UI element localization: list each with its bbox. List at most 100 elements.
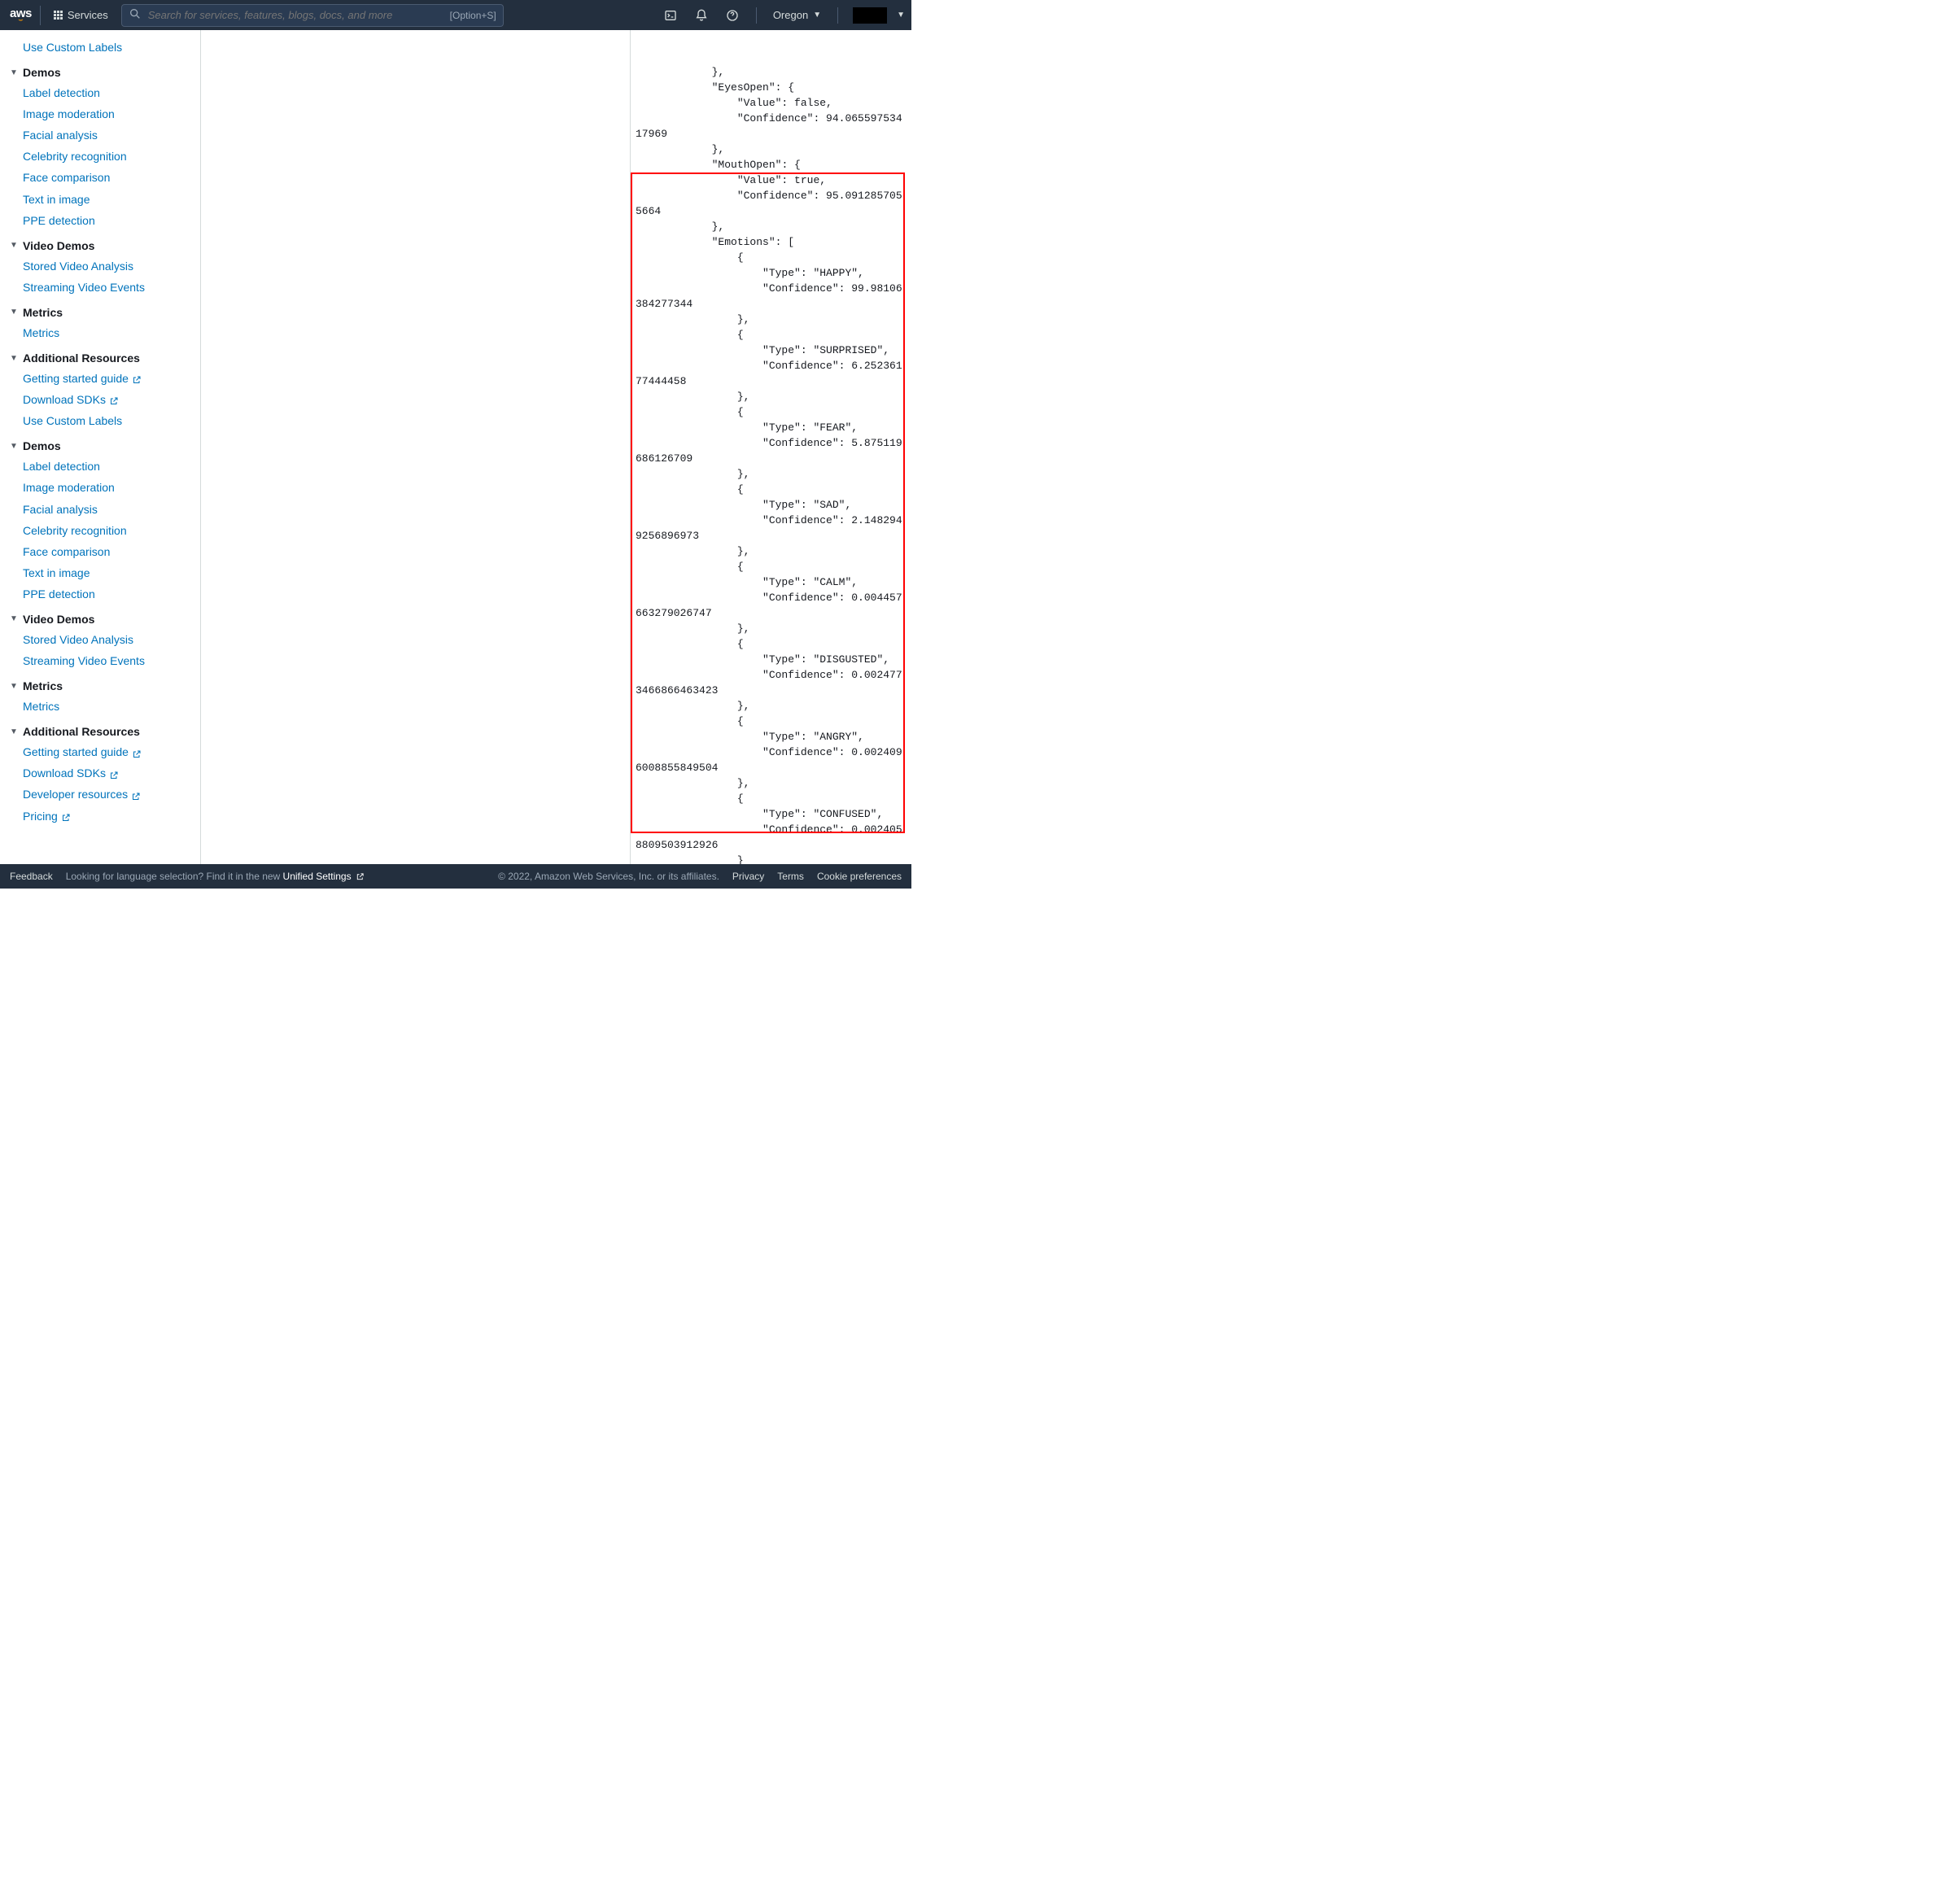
- external-link-icon: [132, 374, 142, 384]
- sidebar-item-label: Face comparison: [23, 545, 110, 558]
- aws-logo[interactable]: aws ⌣: [7, 6, 41, 25]
- sidebar-item-label: Metrics: [23, 326, 59, 339]
- json-output-panel[interactable]: }, "EyesOpen": { "Value": false, "Confid…: [631, 30, 911, 864]
- collapse-triangle-icon: ▼: [10, 682, 20, 691]
- sidebar-item[interactable]: Label detection: [0, 456, 200, 477]
- top-navigation: aws ⌣ Services [Option+S] Oregon ▼ ▼: [0, 0, 911, 30]
- services-grid-icon: [54, 11, 63, 20]
- global-search[interactable]: [Option+S]: [121, 4, 504, 27]
- sidebar-item[interactable]: Face comparison: [0, 541, 200, 562]
- sidebar-item-label: Use Custom Labels: [23, 414, 122, 427]
- sidebar-item[interactable]: Use Custom Labels: [0, 37, 200, 58]
- section-title: Metrics: [23, 679, 63, 692]
- region-label: Oregon: [773, 9, 808, 21]
- footer-lang-prompt: Looking for language selection? Find it …: [66, 871, 365, 882]
- sidebar-item[interactable]: Use Custom Labels: [0, 410, 200, 431]
- sidebar-item[interactable]: Celebrity recognition: [0, 146, 200, 167]
- sidebar-item[interactable]: Image moderation: [0, 477, 200, 498]
- sidebar-section-header[interactable]: ▼Demos: [0, 58, 200, 82]
- collapse-triangle-icon: ▼: [10, 614, 20, 623]
- sidebar-item[interactable]: Label detection: [0, 82, 200, 103]
- sidebar-section-header[interactable]: ▼Demos: [0, 431, 200, 456]
- sidebar-item[interactable]: Developer resources: [0, 784, 200, 805]
- sidebar-item-label: Stored Video Analysis: [23, 260, 133, 273]
- region-selector[interactable]: Oregon ▼: [768, 9, 826, 21]
- notifications-icon[interactable]: [689, 9, 714, 22]
- sidebar[interactable]: Use Custom Labels▼DemosLabel detectionIm…: [0, 30, 201, 864]
- sidebar-section-header[interactable]: ▼Additional Resources: [0, 717, 200, 741]
- sidebar-section-header[interactable]: ▼Video Demos: [0, 605, 200, 629]
- sidebar-item-label: Facial analysis: [23, 503, 98, 516]
- caret-down-icon: ▼: [897, 11, 905, 20]
- section-title: Metrics: [23, 306, 63, 319]
- sidebar-item-label: Label detection: [23, 86, 100, 99]
- cloudshell-icon[interactable]: [658, 9, 683, 22]
- sidebar-item[interactable]: PPE detection: [0, 583, 200, 605]
- search-icon: [129, 7, 142, 23]
- account-menu[interactable]: [853, 7, 887, 24]
- external-link-icon: [109, 395, 119, 405]
- cookie-preferences-link[interactable]: Cookie preferences: [817, 871, 902, 882]
- external-link-icon: [131, 791, 141, 801]
- collapse-triangle-icon: ▼: [10, 354, 20, 363]
- main-area: Use Custom Labels▼DemosLabel detectionIm…: [0, 30, 911, 864]
- json-output-text: }, "EyesOpen": { "Value": false, "Confid…: [636, 64, 905, 864]
- sidebar-item-label: Streaming Video Events: [23, 654, 145, 667]
- unified-settings-link[interactable]: Unified Settings: [283, 871, 365, 882]
- sidebar-item[interactable]: Streaming Video Events: [0, 277, 200, 298]
- sidebar-item-label: PPE detection: [23, 214, 95, 227]
- section-title: Demos: [23, 439, 61, 452]
- sidebar-item[interactable]: Text in image: [0, 562, 200, 583]
- sidebar-item-label: Stored Video Analysis: [23, 633, 133, 646]
- sidebar-item-label: Celebrity recognition: [23, 150, 127, 163]
- sidebar-item-label: Use Custom Labels: [23, 41, 122, 54]
- sidebar-item-label: Text in image: [23, 566, 90, 579]
- sidebar-item[interactable]: Metrics: [0, 322, 200, 343]
- services-menu-button[interactable]: Services: [47, 9, 115, 21]
- collapse-triangle-icon: ▼: [10, 727, 20, 736]
- section-title: Additional Resources: [23, 725, 140, 738]
- sidebar-item-label: Image moderation: [23, 481, 115, 494]
- sidebar-item[interactable]: Celebrity recognition: [0, 520, 200, 541]
- sidebar-item[interactable]: Download SDKs: [0, 762, 200, 784]
- section-title: Video Demos: [23, 239, 94, 252]
- sidebar-item[interactable]: Facial analysis: [0, 124, 200, 146]
- help-icon[interactable]: [720, 9, 745, 22]
- sidebar-item[interactable]: Stored Video Analysis: [0, 255, 200, 277]
- caret-down-icon: ▼: [813, 11, 821, 20]
- sidebar-item[interactable]: Image moderation: [0, 103, 200, 124]
- sidebar-item[interactable]: Pricing: [0, 806, 200, 827]
- search-input[interactable]: [148, 9, 443, 21]
- nav-separator: [837, 7, 838, 24]
- sidebar-item[interactable]: Getting started guide: [0, 741, 200, 762]
- sidebar-item[interactable]: Face comparison: [0, 167, 200, 188]
- sidebar-item-label: Facial analysis: [23, 129, 98, 142]
- sidebar-item-label: Label detection: [23, 460, 100, 473]
- sidebar-item[interactable]: Getting started guide: [0, 368, 200, 389]
- section-title: Additional Resources: [23, 352, 140, 365]
- sidebar-item-label: Getting started guide: [23, 745, 129, 758]
- sidebar-item[interactable]: Streaming Video Events: [0, 650, 200, 671]
- terms-link[interactable]: Terms: [777, 871, 804, 882]
- sidebar-item[interactable]: Facial analysis: [0, 499, 200, 520]
- content-area: [201, 30, 631, 864]
- sidebar-item[interactable]: Stored Video Analysis: [0, 629, 200, 650]
- section-title: Demos: [23, 66, 61, 79]
- sidebar-item-label: PPE detection: [23, 587, 95, 600]
- collapse-triangle-icon: ▼: [10, 68, 20, 77]
- sidebar-item[interactable]: Text in image: [0, 189, 200, 210]
- external-link-icon: [61, 812, 71, 822]
- sidebar-item[interactable]: Download SDKs: [0, 389, 200, 410]
- sidebar-item[interactable]: PPE detection: [0, 210, 200, 231]
- sidebar-section-header[interactable]: ▼Metrics: [0, 298, 200, 322]
- sidebar-section-header[interactable]: ▼Video Demos: [0, 231, 200, 255]
- sidebar-section-header[interactable]: ▼Additional Resources: [0, 343, 200, 368]
- sidebar-item-label: Developer resources: [23, 788, 128, 801]
- external-link-icon: [109, 770, 119, 780]
- privacy-link[interactable]: Privacy: [732, 871, 764, 882]
- sidebar-item-label: Download SDKs: [23, 766, 106, 780]
- sidebar-item-label: Streaming Video Events: [23, 281, 145, 294]
- sidebar-section-header[interactable]: ▼Metrics: [0, 671, 200, 696]
- feedback-link[interactable]: Feedback: [10, 871, 53, 882]
- sidebar-item[interactable]: Metrics: [0, 696, 200, 717]
